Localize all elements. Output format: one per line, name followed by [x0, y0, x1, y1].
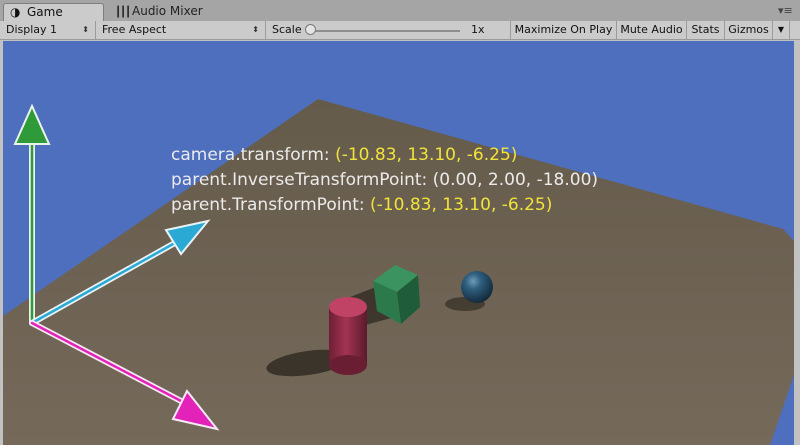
scale-slider-handle[interactable] [305, 24, 316, 35]
scene-render [3, 99, 794, 445]
window-right-border [794, 41, 800, 445]
scale-value: 1x [471, 23, 485, 36]
aspect-dropdown[interactable]: Free Aspect ⬍ [96, 21, 266, 39]
gizmos-dropdown-arrow-icon[interactable]: ▼ [772, 21, 790, 39]
scale-label: Scale [272, 23, 302, 36]
aspect-dropdown-label: Free Aspect [102, 23, 167, 36]
tab-audio-mixer[interactable]: ┃┃┃ Audio Mixer [109, 3, 229, 21]
mute-audio-button[interactable]: Mute Audio [616, 21, 686, 39]
debug-line-label: parent.InverseTransformPoint: [171, 170, 433, 190]
tab-game[interactable]: ◑ Game [3, 3, 104, 21]
game-toolbar: Display 1 ⬍ Free Aspect ⬍ Scale 1x Maxim… [0, 21, 800, 40]
debug-line-label: parent.TransformPoint: [171, 195, 371, 215]
debug-line-value: (-10.83, 13.10, -6.25) [335, 145, 518, 165]
maximize-on-play-button[interactable]: Maximize On Play [510, 21, 616, 39]
updown-arrow-icon: ⬍ [82, 25, 89, 34]
axis-y-arrow [13, 103, 51, 145]
audio-mixer-icon: ┃┃┃ [115, 7, 131, 18]
game-viewport[interactable]: camera.transform: (-10.83, 13.10, -6.25)… [3, 41, 794, 445]
scale-slider-track[interactable] [310, 30, 460, 32]
red-cylinder [329, 297, 367, 375]
blue-sphere [461, 271, 493, 303]
debug-line: parent.TransformPoint: (-10.83, 13.10, -… [171, 193, 598, 218]
display-dropdown-label: Display 1 [6, 23, 58, 36]
game-icon: ◑ [10, 5, 21, 19]
debug-line: camera.transform: (-10.83, 13.10, -6.25) [171, 143, 598, 168]
debug-line-value: (0.00, 2.00, -18.00) [432, 170, 599, 190]
tab-audio-mixer-label: Audio Mixer [132, 4, 203, 18]
gizmos-button[interactable]: Gizmos [724, 21, 772, 39]
debug-line: parent.InverseTransformPoint: (0.00, 2.0… [171, 168, 598, 193]
updown-arrow-icon: ⬍ [252, 25, 259, 34]
debug-line-value: (-10.83, 13.10, -6.25) [370, 195, 553, 215]
debug-line-label: camera.transform: [171, 145, 336, 165]
tab-menu-icon[interactable]: ▾≡ [778, 4, 793, 18]
tab-game-label: Game [27, 5, 63, 19]
debug-text-overlay: camera.transform: (-10.83, 13.10, -6.25)… [171, 143, 598, 218]
tab-strip: ◑ Game ┃┃┃ Audio Mixer ▾≡ [0, 0, 800, 22]
display-dropdown[interactable]: Display 1 ⬍ [0, 21, 96, 39]
stats-button[interactable]: Stats [686, 21, 724, 39]
